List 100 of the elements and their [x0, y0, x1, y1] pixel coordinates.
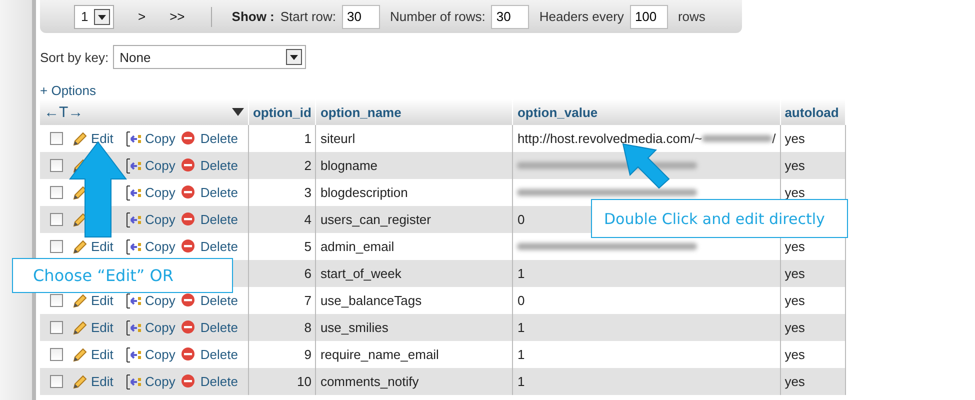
rows-count-field[interactable]: 30 — [491, 4, 530, 28]
delete-link[interactable]: Delete — [200, 347, 238, 362]
delete-link[interactable]: Delete — [200, 131, 238, 146]
edit-link[interactable]: Edit — [91, 239, 114, 254]
table-cell: 5 — [248, 233, 316, 260]
table-cell: / — [772, 131, 776, 146]
copy-link[interactable]: Copy — [145, 131, 176, 146]
table-cell: yes — [784, 347, 805, 362]
table-cell: yes — [784, 131, 805, 146]
copy-link[interactable]: Copy — [145, 185, 176, 200]
delete-icon — [181, 346, 198, 362]
table-cell: 1 — [517, 374, 525, 389]
copy-icon — [126, 130, 142, 146]
row-checkbox[interactable] — [50, 159, 63, 172]
table-cell: users_can_register — [316, 206, 513, 233]
copy-link[interactable]: Copy — [145, 158, 176, 173]
rows-label: rows — [678, 9, 706, 24]
row-checkbox[interactable] — [50, 294, 63, 307]
table-cell: admin_email — [316, 233, 513, 260]
table-cell: yes — [784, 374, 805, 389]
pencil-icon — [72, 320, 88, 336]
row-checkbox[interactable] — [50, 321, 63, 334]
last-page-button[interactable]: >> — [170, 9, 185, 24]
page-select[interactable]: 1 — [74, 4, 114, 28]
pencil-icon — [72, 238, 88, 254]
table-cell: 8 — [248, 314, 316, 341]
delete-icon — [181, 184, 198, 200]
edit-link[interactable]: Edit — [91, 131, 114, 146]
delete-icon — [181, 320, 198, 336]
delete-icon — [181, 374, 198, 390]
table-cell: yes — [784, 293, 805, 308]
table-cell: yes — [784, 266, 805, 281]
delete-link[interactable]: Delete — [200, 320, 238, 335]
column-header[interactable]: option_id — [248, 99, 316, 125]
copy-link[interactable]: Copy — [145, 374, 176, 389]
copy-icon — [126, 320, 142, 336]
copy-icon — [126, 158, 142, 174]
copy-link[interactable]: Copy — [145, 212, 176, 227]
start-row-field[interactable]: 30 — [342, 4, 380, 28]
edit-link[interactable]: Edit — [91, 293, 114, 308]
edit-link[interactable]: Edit — [91, 320, 114, 335]
row-checkbox[interactable] — [50, 375, 63, 388]
table-cell: blogname — [316, 152, 513, 179]
row-checkbox[interactable] — [50, 348, 63, 361]
table-cell: 1 — [517, 320, 525, 335]
column-resize-label[interactable]: ←T→ — [44, 104, 84, 120]
table-cell: yes — [784, 239, 805, 254]
table-cell: 1 — [248, 125, 316, 152]
pencil-icon — [72, 346, 88, 362]
show-label: Show : — [232, 9, 274, 24]
table-cell: 9 — [248, 341, 316, 368]
pencil-icon — [72, 130, 88, 146]
row-checkbox[interactable] — [50, 240, 63, 253]
table-cell: yes — [784, 185, 805, 200]
table-cell: blogdescription — [316, 179, 513, 206]
table-cell: siteurl — [316, 125, 513, 152]
headers-every-field[interactable]: 100 — [630, 4, 668, 28]
table-cell: 0 — [517, 212, 525, 227]
copy-icon — [126, 292, 142, 308]
table-cell: yes — [784, 320, 805, 335]
callout-box: Choose “Edit” OR — [12, 258, 233, 293]
delete-link[interactable]: Delete — [200, 239, 238, 254]
rows-count-label: Number of rows: — [390, 9, 486, 24]
delete-link[interactable]: Delete — [200, 158, 238, 173]
sort-select[interactable]: None — [112, 45, 306, 69]
row-checkbox[interactable] — [50, 186, 63, 199]
delete-link[interactable]: Delete — [200, 374, 238, 389]
table-cell: start_of_week — [316, 260, 513, 287]
column-header[interactable]: option_name — [316, 99, 513, 125]
pencil-icon — [72, 374, 88, 390]
table-cell: 1 — [517, 347, 525, 362]
delete-link[interactable]: Delete — [200, 185, 238, 200]
sort-label: Sort by key: — [40, 50, 109, 64]
copy-link[interactable]: Copy — [145, 347, 176, 362]
delete-link[interactable]: Delete — [200, 212, 238, 227]
delete-icon — [181, 238, 198, 254]
row-checkbox[interactable] — [50, 213, 63, 226]
row-checkbox[interactable] — [50, 132, 63, 145]
table-cell: http://host.revolvedmedia.com/~ — [517, 131, 702, 146]
delete-icon — [181, 292, 198, 308]
delete-link[interactable]: Delete — [200, 293, 238, 308]
table-cell: require_name_email — [316, 341, 513, 368]
options-link[interactable]: + Options — [40, 83, 975, 99]
copy-link[interactable]: Copy — [145, 320, 176, 335]
redacted-text — [702, 135, 772, 142]
edit-link[interactable]: Edit — [91, 374, 114, 389]
pencil-icon — [72, 292, 88, 308]
copy-link[interactable]: Copy — [145, 239, 176, 254]
column-header[interactable]: option_value — [512, 99, 780, 125]
table-cell: 4 — [248, 206, 316, 233]
sort-triangle-icon — [232, 108, 244, 116]
next-page-button[interactable]: > — [138, 9, 146, 24]
delete-icon — [181, 212, 198, 228]
copy-icon — [126, 212, 142, 228]
table-cell: 6 — [248, 260, 316, 287]
column-header[interactable]: autoload — [780, 99, 846, 125]
edit-link[interactable]: Edit — [91, 347, 114, 362]
callout-box: Double Click and edit directly — [591, 199, 848, 238]
copy-link[interactable]: Copy — [145, 293, 176, 308]
table-cell: 3 — [248, 179, 316, 206]
